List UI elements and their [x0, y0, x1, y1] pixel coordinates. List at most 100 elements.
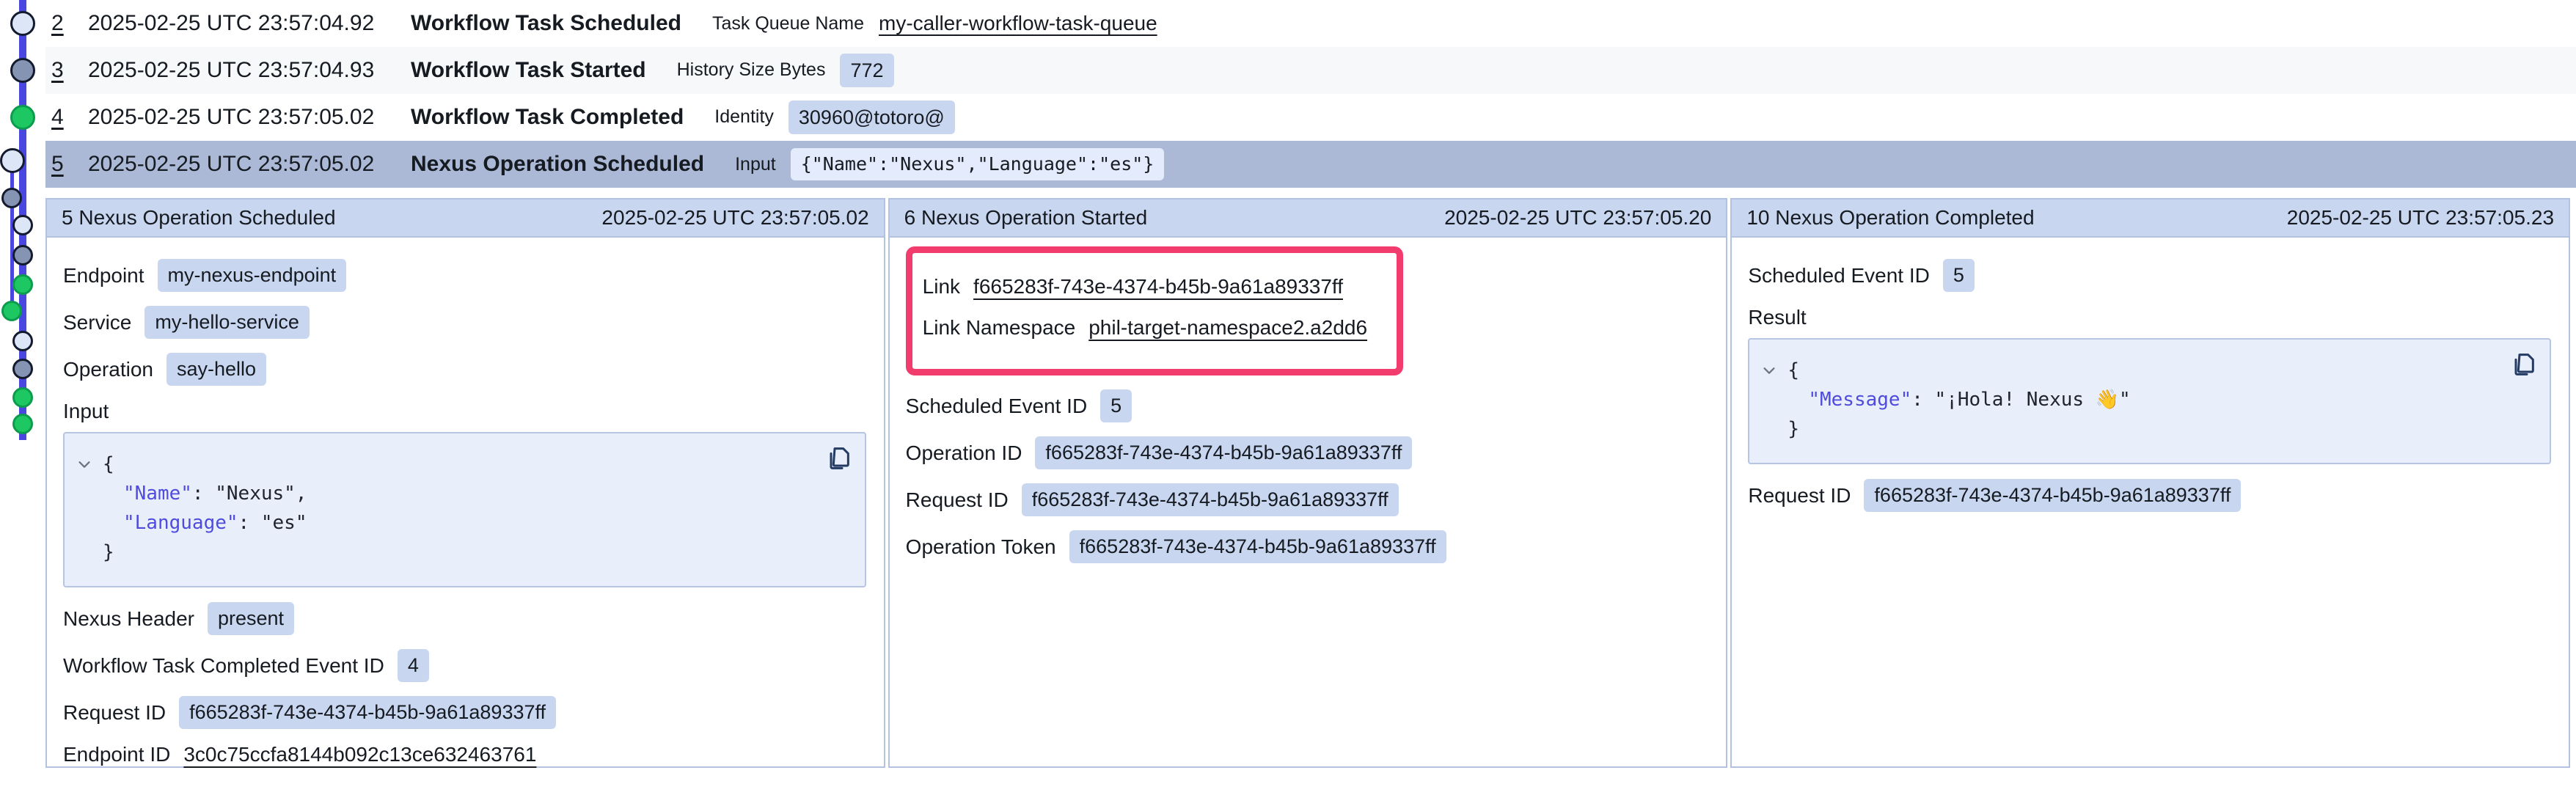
event-attr-label: Identity	[714, 106, 774, 128]
event-attr-label: Task Queue Name	[712, 13, 864, 34]
json-value: : "¡Hola! Nexus 👋"	[1911, 389, 2130, 411]
field-label: Operation ID	[906, 442, 1022, 465]
link-highlight-box: Link f665283f-743e-4374-b45b-9a61a89337f…	[906, 246, 1403, 375]
service-badge: my-hello-service	[144, 306, 310, 339]
copy-icon[interactable]	[2509, 350, 2538, 379]
wtc-event-id-badge: 4	[398, 649, 429, 682]
field-label: Service	[63, 311, 131, 334]
json-value: : "Nexus",	[192, 483, 307, 505]
event-name: Nexus Operation Scheduled	[411, 152, 704, 177]
panel-timestamp: 2025-02-25 UTC 23:57:05.20	[1444, 206, 1711, 230]
task-queue-link[interactable]: my-caller-workflow-task-queue	[879, 12, 1157, 35]
event-number-link[interactable]: 2	[51, 11, 88, 36]
event-row[interactable]: 4 2025-02-25 UTC 23:57:05.02 Workflow Ta…	[45, 94, 2576, 141]
nexus-header-badge: present	[208, 602, 294, 635]
event-attr-label: History Size Bytes	[677, 59, 826, 81]
event-number-link[interactable]: 5	[51, 152, 88, 177]
json-open-brace: {	[1788, 356, 1799, 385]
event-number-link[interactable]: 3	[51, 58, 88, 83]
json-viewer-result: { "Message": "¡Hola! Nexus 👋" }	[1748, 338, 2551, 464]
timeline-dot-scheduled	[0, 148, 25, 173]
endpoint-badge: my-nexus-endpoint	[158, 259, 347, 292]
field-label: Scheduled Event ID	[1748, 264, 1930, 287]
panel-header: 5 Nexus Operation Scheduled 2025-02-25 U…	[47, 199, 884, 238]
event-number-link[interactable]: 4	[51, 105, 88, 130]
field-label: Endpoint ID	[63, 743, 170, 766]
json-viewer-input: { "Name": "Nexus", "Language": "es" }	[63, 432, 866, 587]
event-timestamp: 2025-02-25 UTC 23:57:05.02	[88, 152, 411, 177]
operation-badge: say-hello	[167, 353, 266, 386]
json-key: "Language"	[123, 512, 238, 534]
panel-nexus-operation-scheduled: 5 Nexus Operation Scheduled 2025-02-25 U…	[45, 198, 885, 768]
json-open-brace: {	[103, 450, 114, 479]
event-timestamp: 2025-02-25 UTC 23:57:05.02	[88, 105, 411, 130]
panel-title: 10 Nexus Operation Completed	[1746, 206, 2034, 230]
timeline-dot-scheduled	[12, 331, 33, 351]
field-label: Input	[63, 400, 109, 423]
copy-icon[interactable]	[824, 444, 853, 473]
event-name: Workflow Task Started	[411, 58, 646, 83]
panel-nexus-operation-completed: 10 Nexus Operation Completed 2025-02-25 …	[1730, 198, 2570, 768]
timeline-dot-started	[1, 188, 22, 208]
scheduled-event-id-badge: 5	[1943, 259, 1975, 292]
field-label: Nexus Header	[63, 607, 194, 631]
panel-title: 5 Nexus Operation Scheduled	[62, 206, 336, 230]
event-attr-badge: 30960@totoro@	[788, 100, 955, 134]
panel-header: 10 Nexus Operation Completed 2025-02-25 …	[1732, 199, 2569, 238]
operation-token-badge: f665283f-743e-4374-b45b-9a61a89337ff	[1069, 530, 1446, 563]
panel-header: 6 Nexus Operation Started 2025-02-25 UTC…	[890, 199, 1727, 238]
request-id-badge: f665283f-743e-4374-b45b-9a61a89337ff	[1022, 483, 1399, 516]
panel-timestamp: 2025-02-25 UTC 23:57:05.02	[601, 206, 868, 230]
link-namespace-link[interactable]: phil-target-namespace2.a2dd6	[1088, 316, 1367, 340]
field-label: Workflow Task Completed Event ID	[63, 654, 384, 678]
field-label: Scheduled Event ID	[906, 395, 1088, 418]
chevron-down-icon[interactable]	[1761, 362, 1777, 378]
timeline-dot-completed	[1, 301, 22, 321]
event-detail-panels: 5 Nexus Operation Scheduled 2025-02-25 U…	[45, 198, 2570, 768]
panel-title: 6 Nexus Operation Started	[904, 206, 1148, 230]
field-label: Request ID	[906, 488, 1009, 512]
event-attr-label: Input	[735, 154, 776, 175]
event-name: Workflow Task Scheduled	[411, 11, 681, 36]
field-label: Link	[923, 275, 960, 298]
event-timestamp: 2025-02-25 UTC 23:57:04.93	[88, 58, 411, 83]
operation-id-badge: f665283f-743e-4374-b45b-9a61a89337ff	[1035, 436, 1412, 469]
event-timeline-gutter	[0, 0, 45, 773]
timeline-dot-started	[10, 58, 35, 83]
timeline-dot-completed	[12, 414, 33, 434]
panel-timestamp: 2025-02-25 UTC 23:57:05.23	[2287, 206, 2554, 230]
json-key: "Message"	[1808, 389, 1911, 411]
field-label: Operation Token	[906, 535, 1056, 559]
field-label: Operation	[63, 358, 153, 381]
field-label: Result	[1748, 306, 1806, 329]
event-row-selected[interactable]: 5 2025-02-25 UTC 23:57:05.02 Nexus Opera…	[45, 141, 2576, 188]
link-to-workflow[interactable]: f665283f-743e-4374-b45b-9a61a89337ff	[973, 275, 1343, 298]
json-key: "Name"	[123, 483, 192, 505]
timeline-dot-started	[12, 245, 33, 265]
event-attr-badge: 772	[840, 54, 893, 87]
json-close-brace: }	[103, 541, 114, 563]
panel-nexus-operation-started: 6 Nexus Operation Started 2025-02-25 UTC…	[888, 198, 1728, 768]
field-label: Request ID	[1748, 484, 1851, 508]
event-row[interactable]: 3 2025-02-25 UTC 23:57:04.93 Workflow Ta…	[45, 47, 2576, 94]
field-label: Link Namespace	[923, 316, 1076, 340]
endpoint-id-link[interactable]: 3c0c75ccfa8144b092c13ce632463761	[183, 743, 536, 766]
timeline-dot-scheduled	[10, 11, 35, 36]
event-name: Workflow Task Completed	[411, 105, 684, 130]
event-timestamp: 2025-02-25 UTC 23:57:04.92	[88, 11, 411, 36]
timeline-dot-completed	[12, 274, 33, 295]
chevron-down-icon[interactable]	[76, 456, 92, 472]
timeline-dot-completed	[12, 387, 33, 408]
timeline-dot-completed	[10, 105, 35, 130]
json-close-brace: }	[1788, 418, 1799, 440]
request-id-badge: f665283f-743e-4374-b45b-9a61a89337ff	[1864, 479, 2241, 512]
request-id-badge: f665283f-743e-4374-b45b-9a61a89337ff	[179, 696, 556, 729]
field-label: Endpoint	[63, 264, 144, 287]
scheduled-event-id-badge: 5	[1100, 389, 1132, 422]
timeline-branch-line	[10, 161, 14, 316]
timeline-dot-started	[12, 359, 33, 379]
json-value: : "es"	[238, 512, 307, 534]
event-row[interactable]: 2 2025-02-25 UTC 23:57:04.92 Workflow Ta…	[45, 0, 2576, 47]
event-history-list: 2 2025-02-25 UTC 23:57:04.92 Workflow Ta…	[45, 0, 2576, 188]
timeline-dot-scheduled	[12, 215, 33, 235]
